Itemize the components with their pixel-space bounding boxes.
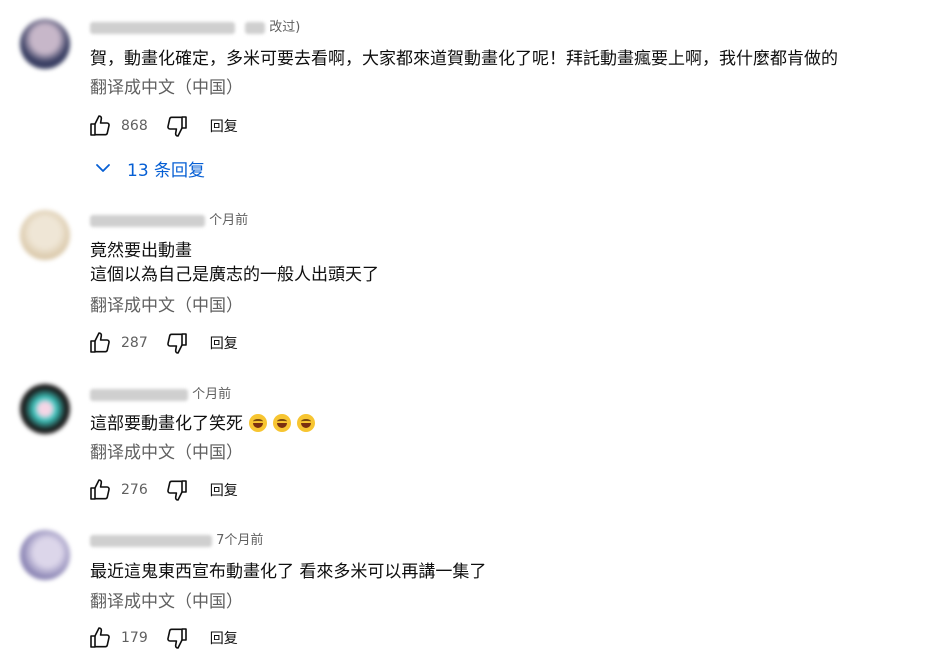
thumbs-up-icon xyxy=(90,479,110,500)
comment-text-line: 這個以為自己是廣志的一般人出頭天了 xyxy=(90,265,379,285)
comment-text-line: 竟然要出動畫 xyxy=(90,241,192,261)
laughing-emoji-icon xyxy=(273,414,291,432)
author-name-redacted[interactable] xyxy=(90,21,235,34)
replies-count-label: 13 条回复 xyxy=(127,160,206,181)
comment-text: 這部要動畫化了笑死 xyxy=(90,412,315,436)
comment-time: 7个月前 xyxy=(216,533,264,548)
dislike-button[interactable] xyxy=(164,477,190,503)
reply-button[interactable]: 回复 xyxy=(210,333,238,353)
comment-meta: 个月前 xyxy=(90,211,248,231)
avatar[interactable] xyxy=(20,210,70,260)
comment-text-line: 最近這鬼東西宣布動畫化了 看來多米可以再講一集了 xyxy=(90,562,487,582)
comment-text: 最近這鬼東西宣布動畫化了 看來多米可以再講一集了 xyxy=(90,560,486,584)
laughing-emoji-icon xyxy=(297,414,315,432)
thumbs-up-icon xyxy=(90,332,110,353)
comment-edited-label: 改过) xyxy=(269,20,301,35)
comment-actions: 276 回复 xyxy=(87,477,238,503)
comment-meta: 7个月前 xyxy=(90,531,263,551)
like-count: 287 xyxy=(121,335,148,351)
author-name-redacted[interactable] xyxy=(90,388,188,401)
author-name-redacted[interactable] xyxy=(90,214,205,227)
comment-item: 7个月前 最近這鬼東西宣布動畫化了 看來多米可以再講一集了 翻译成中文（中国） … xyxy=(0,520,927,661)
translate-link[interactable]: 翻译成中文（中国） xyxy=(90,294,243,318)
thumbs-up-icon xyxy=(90,115,110,136)
thumbs-up-icon xyxy=(90,627,110,648)
chevron-down-icon xyxy=(96,164,110,172)
comment-time: 个月前 xyxy=(192,387,232,402)
like-button[interactable] xyxy=(87,477,113,503)
dislike-button[interactable] xyxy=(164,330,190,356)
avatar[interactable] xyxy=(20,530,70,580)
avatar[interactable] xyxy=(20,19,70,69)
avatar[interactable] xyxy=(20,384,70,434)
reply-button[interactable]: 回复 xyxy=(210,480,238,500)
like-button[interactable] xyxy=(87,113,113,139)
comment-item: 改过) 賀，動畫化確定，多米可要去看啊，大家都來道賀動畫化了呢！拜託動畫瘋要上啊… xyxy=(0,0,927,200)
comment-item: 个月前 這部要動畫化了笑死 翻译成中文（中国） 276 回复 xyxy=(0,370,927,520)
comment-actions: 287 回复 xyxy=(87,330,238,356)
comment-actions: 179 回复 xyxy=(87,625,238,651)
reply-button[interactable]: 回复 xyxy=(210,628,238,648)
translate-link[interactable]: 翻译成中文（中国） xyxy=(90,76,243,100)
like-count: 179 xyxy=(121,630,148,646)
like-count: 276 xyxy=(121,482,148,498)
timestamp-redacted xyxy=(245,21,266,34)
like-count: 868 xyxy=(121,118,148,134)
comment-text: 賀，動畫化確定，多米可要去看啊，大家都來道賀動畫化了呢！拜託動畫瘋要上啊，我什麼… xyxy=(90,47,838,71)
comment-text-line: 這部要動畫化了笑死 xyxy=(90,414,243,434)
translate-link[interactable]: 翻译成中文（中国） xyxy=(90,590,243,614)
reply-button[interactable]: 回复 xyxy=(210,116,238,136)
laughing-emoji-icon xyxy=(249,414,267,432)
comment-text: 竟然要出動畫 這個以為自己是廣志的一般人出頭天了 xyxy=(90,239,379,287)
comment-item: 个月前 竟然要出動畫 這個以為自己是廣志的一般人出頭天了 翻译成中文（中国） 2… xyxy=(0,200,927,370)
view-replies-button[interactable]: 13 条回复 xyxy=(93,155,205,181)
author-name-redacted[interactable] xyxy=(90,534,212,547)
dislike-button[interactable] xyxy=(164,625,190,651)
thumbs-down-icon xyxy=(166,333,187,354)
thumbs-down-icon xyxy=(166,480,187,501)
comment-meta: 改过) xyxy=(90,18,300,38)
thumbs-down-icon xyxy=(166,116,187,137)
comment-actions: 868 回复 xyxy=(87,113,238,139)
thumbs-down-icon xyxy=(166,628,187,649)
like-button[interactable] xyxy=(87,625,113,651)
dislike-button[interactable] xyxy=(164,113,190,139)
comment-text-line: 賀，動畫化確定，多米可要去看啊，大家都來道賀動畫化了呢！拜託動畫瘋要上啊，我什麼… xyxy=(90,49,838,69)
like-button[interactable] xyxy=(87,330,113,356)
comment-meta: 个月前 xyxy=(90,385,231,405)
translate-link[interactable]: 翻译成中文（中国） xyxy=(90,441,243,465)
comment-time: 个月前 xyxy=(209,213,249,228)
